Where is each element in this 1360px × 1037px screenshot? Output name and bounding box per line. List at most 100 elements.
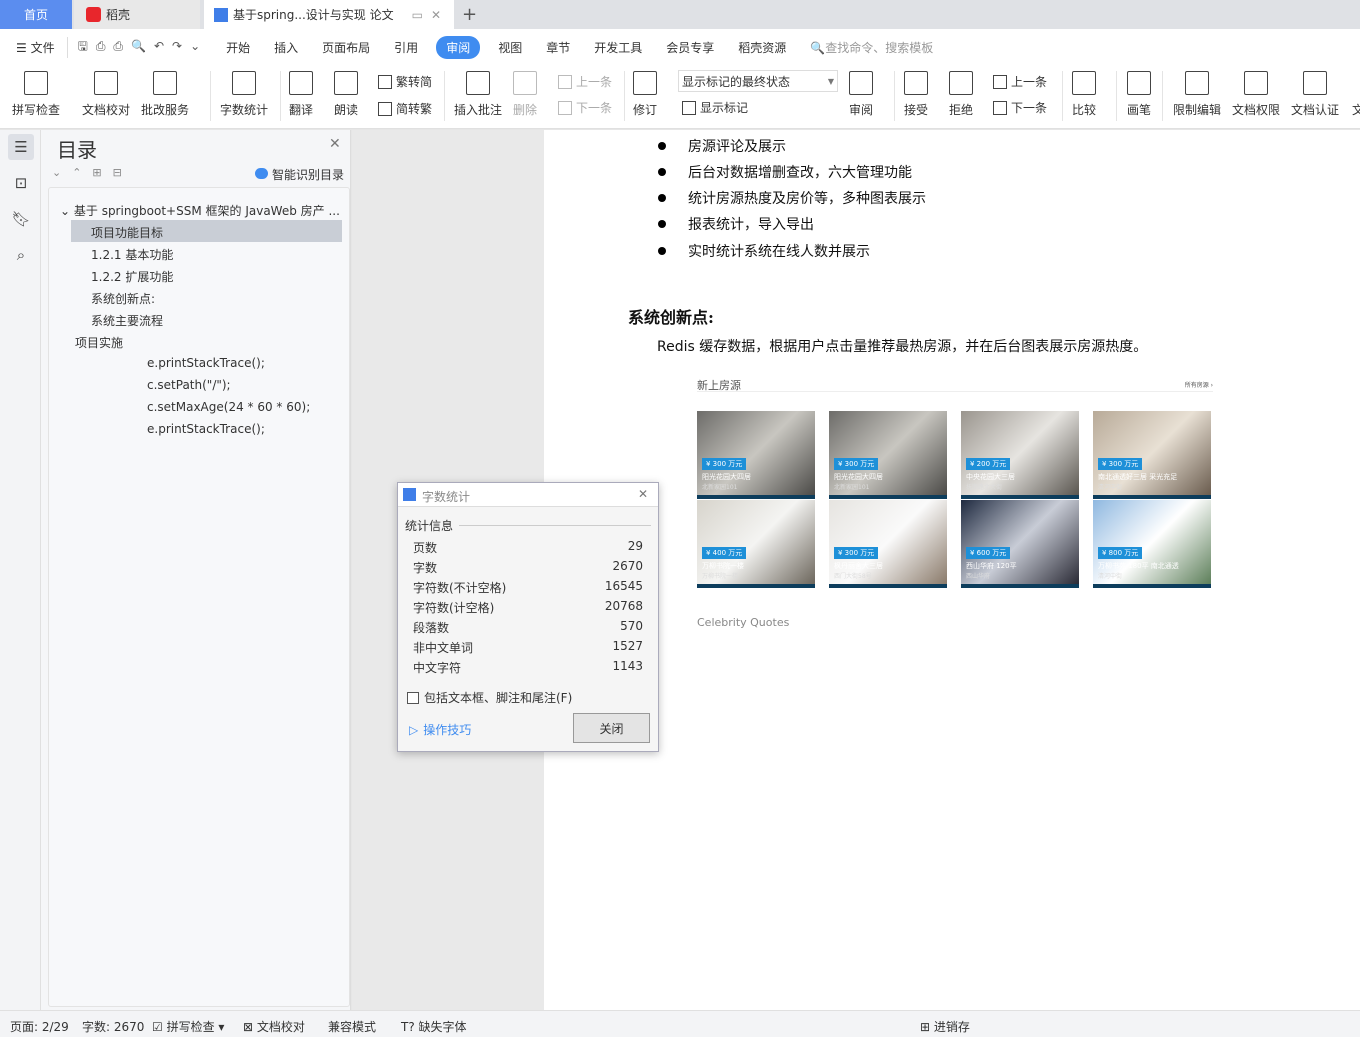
section-header: 统计信息 <box>405 517 651 534</box>
spell-check-button[interactable]: 拼写检查 <box>12 71 60 118</box>
card-name: 中央花园大三居 <box>966 473 1015 481</box>
file-label: 文件 <box>30 40 55 55</box>
menu-insert[interactable]: 插入 <box>274 39 298 56</box>
menu-view[interactable]: 视图 <box>498 39 522 56</box>
reject-button[interactable]: 拒绝 <box>949 71 973 118</box>
next-revision-button[interactable]: 下一条 <box>993 99 1047 116</box>
stat-value: 570 <box>620 619 643 633</box>
section-heading: 系统创新点: <box>628 308 714 327</box>
word-count-button[interactable]: 字数统计 <box>220 71 268 118</box>
toc-item[interactable]: c.setPath("/"); <box>147 378 231 392</box>
paragraph: Redis 缓存数据，根据用户点击量推荐最热房源，并在后台图表展示房源热度。 <box>657 339 1148 355</box>
smart-toc-button[interactable]: 智能识别目录 <box>255 166 344 183</box>
command-search[interactable]: 🔍查找命令、搜索模板 <box>810 39 933 56</box>
menu-member[interactable]: 会员专享 <box>666 39 714 56</box>
delete-comment-button[interactable]: 删除 <box>513 71 537 118</box>
stat-row: 字符数(计空格) 20768 <box>413 599 643 616</box>
toc-item[interactable]: 1.2.1 基本功能 <box>91 246 173 263</box>
menu-chapter[interactable]: 章节 <box>546 39 570 56</box>
toc-expand-controls[interactable]: ⌄⌃⊞⊟ <box>52 166 133 179</box>
toc-item[interactable]: ⌄ 基于 springboot+SSM 框架的 JavaWeb 房产 ... <box>60 202 340 219</box>
translate-button[interactable]: 翻译 <box>289 71 313 118</box>
label: 限制编辑 <box>1173 103 1222 117</box>
toc-item[interactable]: 系统主要流程 <box>91 312 163 329</box>
stat-row: 页数 29 <box>413 539 643 556</box>
word-count-icon <box>232 71 256 95</box>
show-markup-button[interactable]: 显示标记 <box>682 99 748 116</box>
inventory-button[interactable]: ⊞ 进销存 <box>920 1018 970 1035</box>
comment-delete-icon <box>513 71 537 95</box>
label: 进销存 <box>933 1020 970 1034</box>
menu-reference[interactable]: 引用 <box>394 39 418 56</box>
spell-check-status[interactable]: ☑ 拼写检查 ▾ <box>152 1018 224 1035</box>
stat-row: 段落数 570 <box>413 619 643 636</box>
toc-item[interactable]: c.setMaxAge(24 * 60 * 60); <box>147 400 310 414</box>
checkbox-box[interactable] <box>407 691 419 704</box>
toc-item-selected[interactable]: 项目功能目标 <box>71 220 342 242</box>
menu-review[interactable]: 审阅 <box>436 35 481 59</box>
menu-layout[interactable]: 页面布局 <box>322 39 370 56</box>
writer-icon <box>403 488 416 501</box>
close-icon[interactable]: ✕ <box>638 487 648 501</box>
label: 字数统计 <box>220 103 269 117</box>
chapter-nav-icon[interactable]: ⊡ <box>8 170 34 196</box>
restrict-edit-button[interactable]: 限制编辑 <box>1173 71 1221 118</box>
menu-devtools[interactable]: 开发工具 <box>594 39 642 56</box>
close-button[interactable]: 关闭 <box>573 713 650 743</box>
label: 修订 <box>633 103 658 117</box>
toc-item[interactable]: 系统创新点: <box>91 290 155 307</box>
proofread-status[interactable]: ⊠ 文档校对 <box>243 1018 305 1035</box>
menu-docer[interactable]: 稻壳资源 <box>738 39 786 56</box>
menu-start[interactable]: 开始 <box>226 39 250 56</box>
next-comment-button[interactable]: 下一条 <box>558 99 612 116</box>
listing-card: ¥ 400 万元 万柳书院一楼 万柳书院一楼 <box>697 500 815 588</box>
toc-item[interactable]: e.printStackTrace(); <box>147 356 265 370</box>
toc-item[interactable]: e.printStackTrace(); <box>147 422 265 436</box>
revise-button[interactable]: 修订 <box>633 71 657 118</box>
compare-button[interactable]: 比较 <box>1072 71 1096 118</box>
file-menu[interactable]: ☰ 文件 <box>16 39 55 56</box>
review-pane-button[interactable]: 审阅 <box>849 71 873 118</box>
tab-bar: 首页 稻壳 基于spring...设计与实现 论文 ▭ ✕ + <box>0 0 1360 29</box>
bullet-item: 报表统计，导入导出 <box>658 214 814 234</box>
simplified-icon <box>378 74 392 89</box>
read-aloud-button[interactable]: 朗读 <box>334 71 358 118</box>
toc-item[interactable]: 1.2.2 扩展功能 <box>91 268 173 285</box>
search-icon[interactable]: ⌕ <box>8 242 34 268</box>
tab-document[interactable]: 基于spring...设计与实现 论文 ▭ ✕ <box>204 0 454 29</box>
close-icon[interactable]: ✕ <box>329 136 341 152</box>
doc-cert-button[interactable]: 文档认证 <box>1291 71 1339 118</box>
page-indicator[interactable]: 页面: 2/29 <box>10 1018 69 1035</box>
dialog-title: 字数统计 <box>422 490 471 504</box>
tab-docer[interactable]: 稻壳 <box>74 0 200 29</box>
label: 审阅 <box>849 103 874 117</box>
compare-icon <box>1072 71 1096 95</box>
prev-comment-button[interactable]: 上一条 <box>558 73 612 90</box>
markup-state-select[interactable]: 显示标记的最终状态 ▼ <box>678 70 838 92</box>
stat-row: 非中文单词 1527 <box>413 639 643 656</box>
bookmark-icon[interactable]: 🔖︎ <box>8 206 34 232</box>
include-textbox-checkbox[interactable]: 包括文本框、脚注和尾注(F) <box>407 689 572 706</box>
review-service-button[interactable]: 批改服务 <box>141 71 189 118</box>
accept-button[interactable]: 接受 <box>904 71 928 118</box>
word-count-indicator[interactable]: 字数: 2670 <box>82 1018 144 1035</box>
simp-to-trad-button[interactable]: 简转繁 <box>378 100 432 117</box>
tips-link[interactable]: ▷ 操作技巧 <box>409 721 471 738</box>
toc-item[interactable]: 项目实施 <box>75 334 123 351</box>
proofread-button[interactable]: 文档校对 <box>82 71 130 118</box>
more-button[interactable]: 文 <box>1352 101 1360 118</box>
search-placeholder: 查找命令、搜索模板 <box>825 40 934 55</box>
pen-button[interactable]: 画笔 <box>1127 71 1151 118</box>
new-tab-button[interactable]: + <box>462 0 477 29</box>
close-tab-icon[interactable]: ✕ <box>431 8 441 22</box>
pin-icon[interactable]: ▭ <box>412 8 423 22</box>
prev-revision-button[interactable]: 上一条 <box>993 73 1047 90</box>
missing-font-status[interactable]: T? 缺失字体 <box>401 1018 467 1035</box>
doc-permission-button[interactable]: 文档权限 <box>1232 71 1280 118</box>
tab-home[interactable]: 首页 <box>0 0 72 29</box>
insert-comment-button[interactable]: 插入批注 <box>454 71 502 118</box>
document-page[interactable]: 房源评论及展示 后台对数据增删查改，六大管理功能 统计房源热度及房价等，多种图表… <box>544 130 1360 1010</box>
trad-to-simp-button[interactable]: 繁转简 <box>378 73 432 90</box>
toc-panel-icon[interactable]: ☰ <box>8 134 34 160</box>
stat-label: 字符数(不计空格) <box>413 581 507 595</box>
